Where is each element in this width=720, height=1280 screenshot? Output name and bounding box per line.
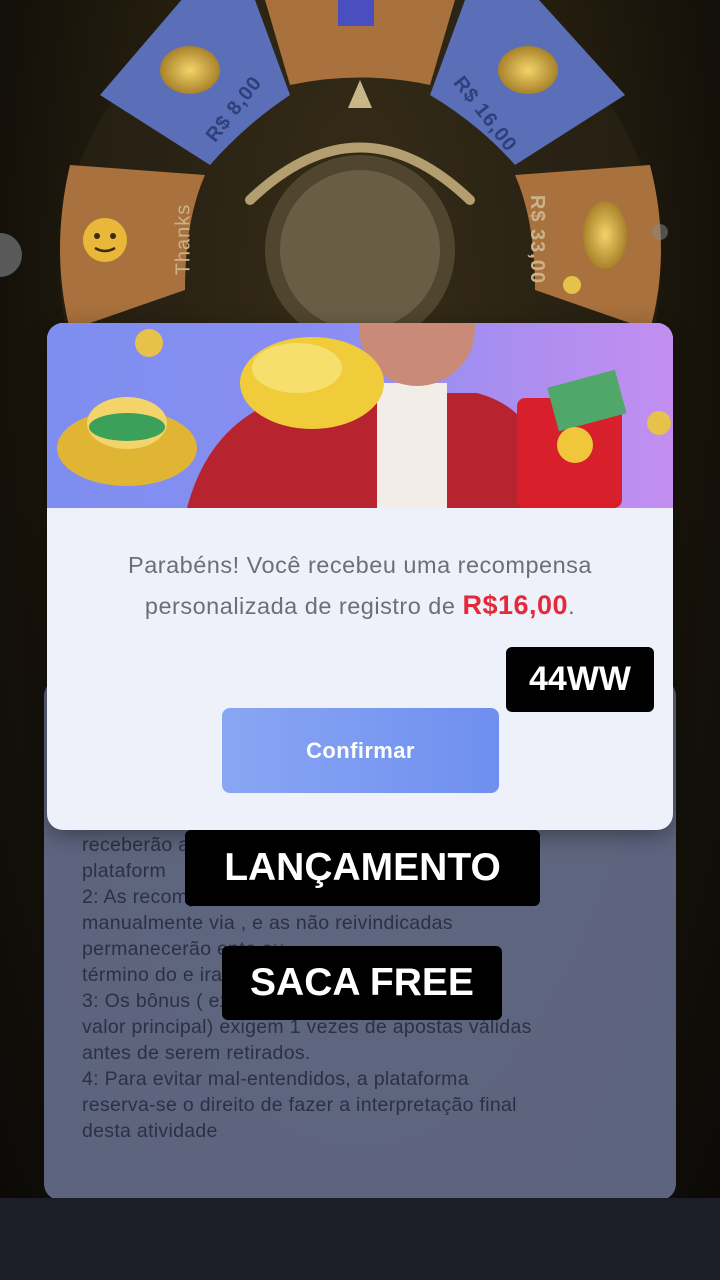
reward-modal: Parabéns! Você recebeu uma recompensa pe… bbox=[47, 323, 673, 830]
wheel-label-33: R$ 33,00 bbox=[526, 194, 549, 285]
fortune-ox-illustration bbox=[57, 323, 671, 508]
smiley-icon bbox=[83, 218, 127, 262]
caption-launch: LANÇAMENTO bbox=[185, 830, 540, 906]
reward-amount: R$16,00 bbox=[462, 590, 569, 620]
gold-nugget-icon bbox=[498, 46, 558, 94]
coin-icon bbox=[563, 276, 581, 294]
gift-icon bbox=[338, 0, 374, 26]
coin-icon bbox=[647, 411, 671, 435]
gold-nugget-icon bbox=[160, 46, 220, 94]
reward-message-end: . bbox=[568, 593, 576, 619]
wheel-label-thanks: Thanks bbox=[172, 203, 195, 276]
bottom-bar bbox=[0, 1198, 720, 1280]
caption-free: SACA FREE bbox=[222, 946, 502, 1020]
modal-banner bbox=[47, 323, 673, 508]
gold-nugget-icon bbox=[583, 201, 627, 269]
confirm-button[interactable]: Confirmar bbox=[222, 708, 499, 793]
caption-code: 44WW bbox=[506, 647, 654, 712]
reward-message: Parabéns! Você recebeu uma recompensa pe… bbox=[107, 545, 613, 626]
coin-icon bbox=[135, 329, 163, 357]
